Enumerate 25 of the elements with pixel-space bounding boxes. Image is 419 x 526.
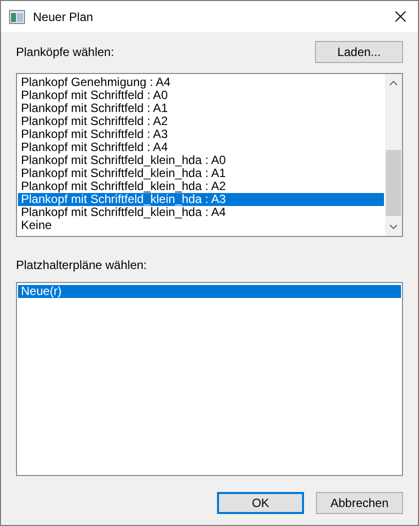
list-item[interactable]: Plankopf mit Schriftfeld_klein_hda : A1 bbox=[18, 167, 384, 180]
list-item[interactable]: Plankopf mit Schriftfeld_klein_hda : A3 bbox=[18, 193, 384, 206]
scrollbar[interactable] bbox=[385, 74, 402, 236]
window-icon bbox=[9, 10, 25, 24]
list-item[interactable]: Keine bbox=[18, 219, 384, 232]
scroll-up-icon[interactable] bbox=[389, 80, 398, 86]
list-item[interactable]: Plankopf mit Schriftfeld : A4 bbox=[18, 141, 384, 154]
list-item[interactable]: Plankopf mit Schriftfeld_klein_hda : A2 bbox=[18, 180, 384, 193]
section-label: Platzhalterpläne wählen: bbox=[16, 257, 148, 274]
dialog-button[interactable]: Abbrechen bbox=[316, 492, 403, 514]
list-item[interactable]: Plankopf mit Schriftfeld : A3 bbox=[18, 128, 384, 141]
scrollbar-thumb[interactable] bbox=[386, 150, 401, 216]
list-item[interactable]: Neue(r) bbox=[18, 285, 401, 298]
window-title: Neuer Plan bbox=[33, 8, 94, 26]
list-item[interactable]: Plankopf mit Schriftfeld : A0 bbox=[18, 89, 384, 102]
close-icon[interactable] bbox=[395, 11, 406, 22]
scroll-down-icon[interactable] bbox=[389, 224, 398, 230]
section-label: Planköpfe wählen: bbox=[16, 44, 114, 61]
load-button[interactable]: Laden... bbox=[315, 41, 403, 63]
list-item[interactable]: Plankopf mit Schriftfeld_klein_hda : A4 bbox=[18, 206, 384, 219]
list-item[interactable]: Plankopf mit Schriftfeld : A2 bbox=[18, 115, 384, 128]
list-item[interactable]: Plankopf Genehmigung : A4 bbox=[18, 76, 384, 89]
list-item[interactable]: Plankopf mit Schriftfeld_klein_hda : A0 bbox=[18, 154, 384, 167]
dialog-button[interactable]: OK bbox=[217, 492, 304, 514]
list-item[interactable]: Plankopf mit Schriftfeld : A1 bbox=[18, 102, 384, 115]
